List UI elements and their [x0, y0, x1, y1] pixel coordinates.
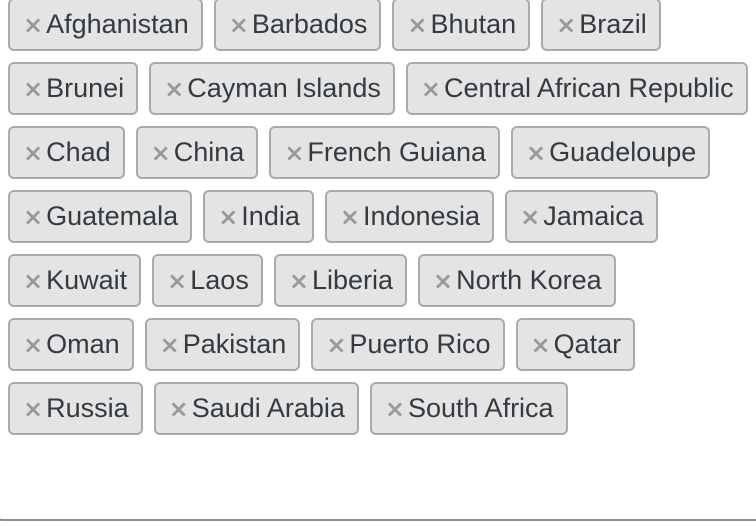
tag-label: Oman — [46, 329, 120, 359]
selected-tag: × China — [135, 126, 259, 179]
selected-tag: × Central African Republic — [405, 62, 748, 115]
tag-label: Indonesia — [362, 201, 481, 231]
remove-tag-icon[interactable]: × — [421, 77, 441, 101]
tag-label: Qatar — [553, 329, 622, 359]
selected-tag: × Afghanistan — [8, 0, 203, 51]
remove-tag-icon[interactable]: × — [284, 141, 304, 165]
remove-tag-icon[interactable]: × — [289, 269, 309, 293]
selected-tag: × Guadeloupe — [511, 126, 711, 179]
remove-tag-icon[interactable]: × — [23, 77, 43, 101]
remove-tag-icon[interactable]: × — [169, 397, 189, 421]
selected-tag: × South Africa — [369, 382, 568, 435]
selected-tag: × Oman — [8, 318, 134, 371]
selected-tag: × Russia — [8, 382, 143, 435]
remove-tag-icon[interactable]: × — [23, 141, 43, 165]
selected-tag: × Laos — [152, 254, 263, 307]
selected-tag: × Indonesia — [324, 190, 495, 243]
tag-label: Liberia — [311, 265, 393, 295]
remove-tag-icon[interactable]: × — [556, 13, 576, 37]
tag-label: China — [173, 137, 245, 167]
remove-tag-icon[interactable]: × — [385, 397, 405, 421]
selected-tag: × Brunei — [8, 62, 139, 115]
selected-tag: × Barbados — [213, 0, 382, 51]
remove-tag-icon[interactable]: × — [23, 269, 43, 293]
remove-tag-icon[interactable]: × — [23, 333, 43, 357]
selected-tag: × Jamaica — [505, 190, 658, 243]
remove-tag-icon[interactable]: × — [167, 269, 187, 293]
remove-tag-icon[interactable]: × — [23, 397, 43, 421]
tag-label: Russia — [46, 393, 129, 423]
remove-tag-icon[interactable]: × — [407, 13, 427, 37]
selected-tag: × Bhutan — [392, 0, 531, 51]
tag-label: India — [241, 201, 300, 231]
remove-tag-icon[interactable]: × — [340, 205, 360, 229]
tag-label: North Korea — [456, 265, 602, 295]
selected-tag: × North Korea — [418, 254, 616, 307]
tag-label: Guatemala — [46, 201, 179, 231]
remove-tag-icon[interactable]: × — [526, 141, 546, 165]
remove-tag-icon[interactable]: × — [326, 333, 346, 357]
tag-label: Pakistan — [182, 329, 287, 359]
tag-label: Jamaica — [543, 201, 644, 231]
selected-tags-list: × Afghanistan × Barbados × Bhutan × Brazil × Brun… — [8, 0, 748, 435]
selected-tag: × French Guiana — [269, 126, 501, 179]
selected-tag: × Chad — [8, 126, 125, 179]
remove-tag-icon[interactable]: × — [218, 205, 238, 229]
tag-label: Chad — [46, 137, 111, 167]
remove-tag-icon[interactable]: × — [23, 13, 43, 37]
remove-tag-icon[interactable]: × — [160, 333, 180, 357]
remove-tag-icon[interactable]: × — [229, 13, 249, 37]
tag-label: Laos — [190, 265, 249, 295]
remove-tag-icon[interactable]: × — [151, 141, 171, 165]
tag-label: Cayman Islands — [187, 73, 381, 103]
remove-tag-icon[interactable]: × — [520, 205, 540, 229]
remove-tag-icon[interactable]: × — [531, 333, 551, 357]
selected-tag: × Cayman Islands — [149, 62, 395, 115]
remove-tag-icon[interactable]: × — [23, 205, 43, 229]
tag-label: Afghanistan — [46, 9, 189, 39]
selected-tag: × Kuwait — [8, 254, 142, 307]
selected-tag: × Guatemala — [8, 190, 193, 243]
selected-tag: × Pakistan — [144, 318, 301, 371]
tag-label: Central African Republic — [443, 73, 734, 103]
tag-label: Kuwait — [46, 265, 128, 295]
tag-label: Puerto Rico — [349, 329, 491, 359]
selected-tag: × Brazil — [541, 0, 661, 51]
tag-label: Brazil — [579, 9, 647, 39]
selected-tag: × Qatar — [515, 318, 636, 371]
multi-select-box[interactable]: × Afghanistan × Barbados × Bhutan × Brazil × Brun… — [0, 0, 756, 521]
tag-label: South Africa — [407, 393, 554, 423]
tag-label: French Guiana — [307, 137, 487, 167]
selected-tag: × Puerto Rico — [311, 318, 505, 371]
remove-tag-icon[interactable]: × — [164, 77, 184, 101]
remove-tag-icon[interactable]: × — [433, 269, 453, 293]
selected-tag: × Liberia — [273, 254, 407, 307]
tag-label: Guadeloupe — [549, 137, 697, 167]
tag-label: Barbados — [251, 9, 368, 39]
selected-tag: × India — [203, 190, 314, 243]
tag-label: Brunei — [46, 73, 125, 103]
tag-label: Bhutan — [430, 9, 517, 39]
selected-tag: × Saudi Arabia — [153, 382, 359, 435]
tag-label: Saudi Arabia — [191, 393, 345, 423]
